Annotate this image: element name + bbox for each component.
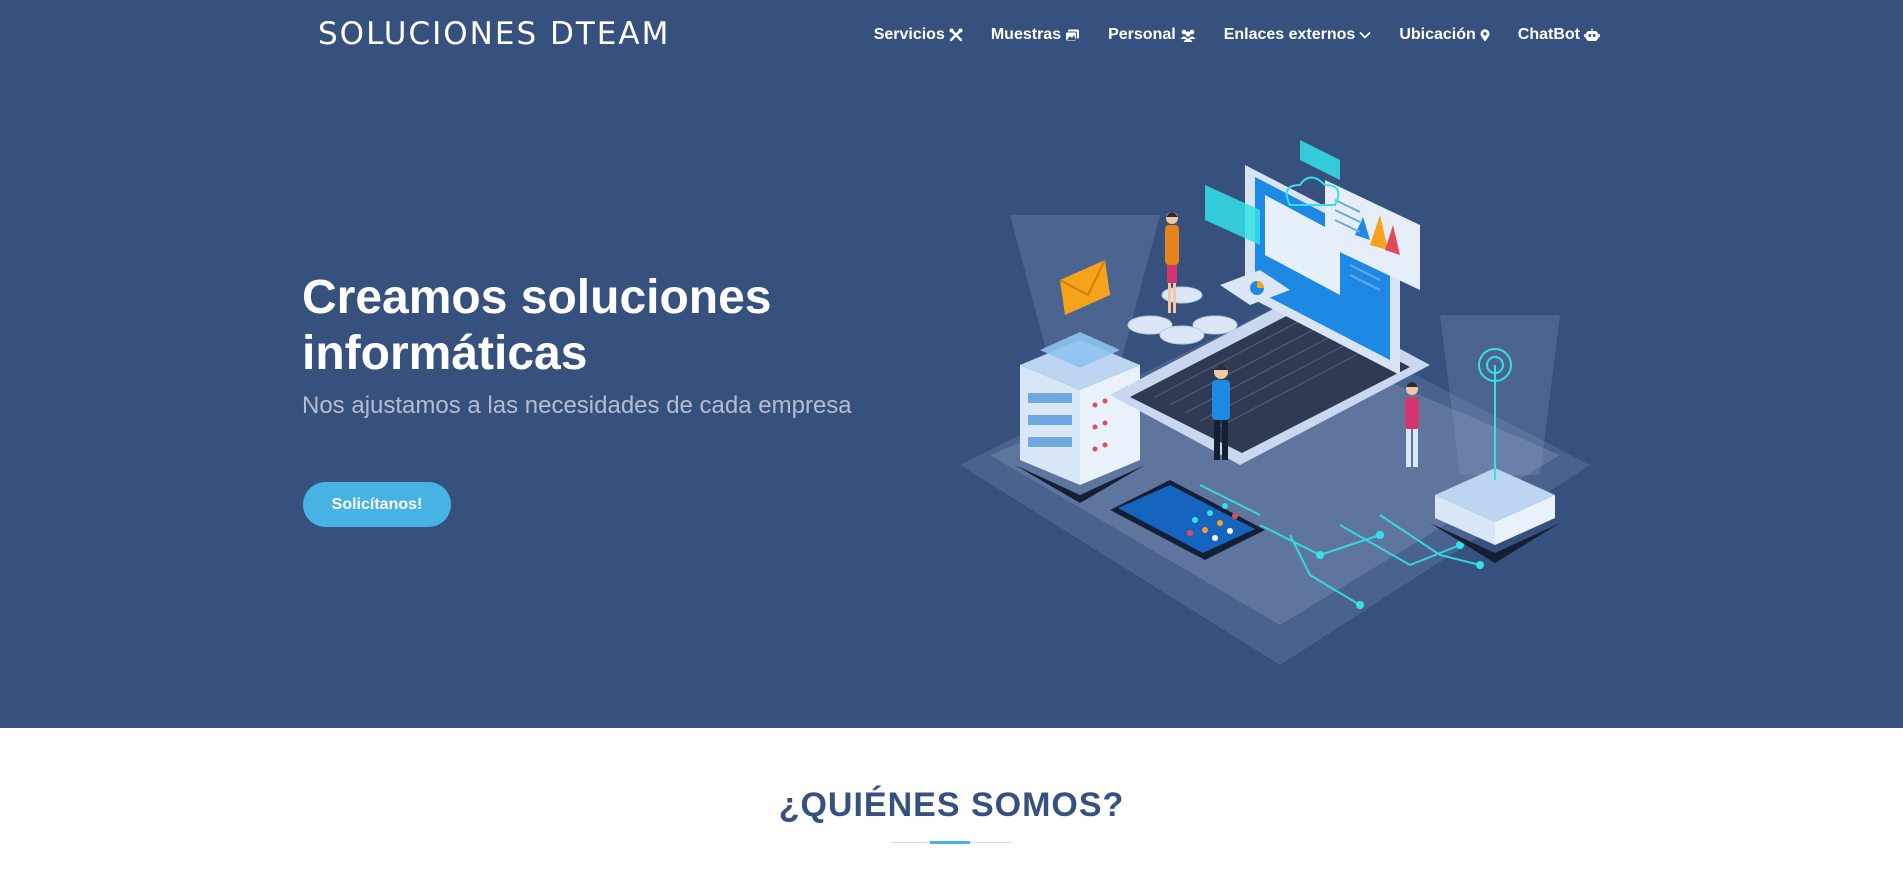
robot-icon [1584, 28, 1600, 41]
nav-item-label: Ubicación [1399, 26, 1476, 43]
chevron-down-icon [1359, 31, 1371, 39]
hero-section: SOLUCIONES DTEAM Servicios Muestras Pers… [0, 0, 1903, 728]
people-icon [1180, 29, 1196, 42]
main-nav: Servicios Muestras Personal Enlaces exte… [874, 26, 1600, 44]
nav-item-personal[interactable]: Personal [1108, 26, 1196, 44]
nav-item-label: Personal [1108, 26, 1176, 43]
isometric-tech-illustration [960, 140, 1590, 665]
nav-item-label: ChatBot [1517, 26, 1580, 43]
nav-item-muestras[interactable]: Muestras [991, 26, 1080, 44]
tools-icon [949, 28, 963, 42]
location-pin-icon [1480, 28, 1490, 41]
title-accent-bar [930, 841, 970, 844]
nav-item-label: Enlaces externos [1223, 26, 1356, 43]
nav-item-ubicacion[interactable]: Ubicación [1399, 26, 1490, 44]
brand-logo[interactable]: SOLUCIONES DTEAM [318, 16, 670, 52]
images-icon [1065, 29, 1080, 41]
nav-item-servicios[interactable]: Servicios [874, 26, 963, 44]
about-section-title: ¿QUIÉNES SOMOS? [778, 786, 1125, 824]
nav-item-label: Muestras [990, 26, 1062, 43]
request-button[interactable]: Solicítanos! [303, 482, 451, 527]
hero-headline: Creamos soluciones informáticas [302, 271, 772, 380]
nav-item-enlaces-externos[interactable]: Enlaces externos [1224, 26, 1372, 44]
nav-item-chatbot[interactable]: ChatBot [1518, 26, 1600, 44]
nav-item-label: Servicios [873, 26, 945, 43]
hero-subheadline: Nos ajustamos a las necesidades de cada … [302, 392, 852, 419]
